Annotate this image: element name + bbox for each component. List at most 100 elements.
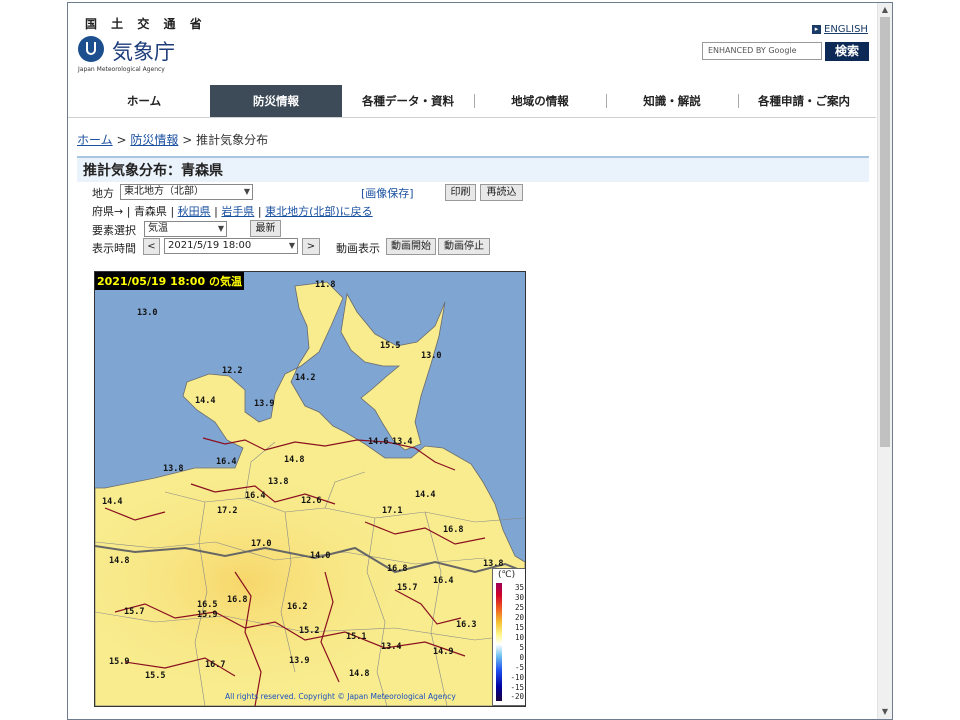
page-title: 推計気象分布：青森県 — [77, 156, 869, 182]
temp-label: 16.4 — [433, 576, 454, 586]
temp-label: 16.4 — [216, 457, 237, 467]
breadcrumb-home-link[interactable]: ホーム — [77, 133, 113, 147]
temp-label: 15.2 — [299, 626, 320, 636]
map-title: 2021/05/19 18:00 の気温 — [95, 272, 244, 290]
prefecture-row: 府県→ | 青森県 | 秋田県 | 岩手県 | 東北地方(北部)に戻る — [92, 203, 373, 219]
scrollbar-thumb[interactable] — [880, 17, 890, 447]
back-to-region-link[interactable]: 東北地方(北部)に戻る — [265, 205, 373, 218]
breadcrumb-separator: > — [182, 133, 193, 147]
temp-label: 16.5 — [197, 600, 218, 610]
nav-item-regional[interactable]: 地域の情報 — [474, 85, 606, 117]
legend-value: 30 — [514, 593, 524, 602]
temp-label: 16.7 — [205, 660, 226, 670]
legend-value: 10 — [514, 633, 524, 642]
temp-label: 16.8 — [443, 525, 464, 535]
temp-label: 13.4 — [381, 642, 402, 652]
animation-start-button[interactable]: 動画開始 — [386, 238, 436, 255]
temp-label: 17.1 — [382, 506, 403, 516]
temp-label: 14.4 — [195, 396, 216, 406]
legend-value: -10 — [510, 673, 524, 682]
logo-title: 気象庁 — [112, 40, 175, 64]
nav-item-knowledge[interactable]: 知識・解説 — [606, 85, 738, 117]
search-input[interactable]: ENHANCED BY Google — [702, 42, 822, 60]
temp-label: 15.7 — [124, 607, 145, 617]
region-select-value: 東北地方（北部） — [124, 186, 204, 197]
element-select-value: 気温 — [148, 223, 168, 234]
temp-label: 16.2 — [287, 602, 308, 612]
copyright-notice: All rights reserved. Copyright © Japan M… — [225, 692, 456, 701]
time-select[interactable]: 2021/5/19 18:00 ▼ — [164, 238, 298, 254]
chevron-down-icon: ▼ — [217, 224, 224, 233]
search-placeholder: ENHANCED BY Google — [708, 46, 797, 55]
temp-label: 13.9 — [254, 399, 275, 409]
temp-label: 13.0 — [421, 351, 442, 361]
nav-item-disaster-info[interactable]: 防災情報 — [210, 85, 342, 117]
english-link[interactable]: ENGLISH — [824, 24, 868, 35]
jma-logo-mark-icon — [78, 36, 104, 62]
prev-time-button[interactable]: < — [143, 238, 160, 255]
search-button[interactable]: 検索 — [825, 42, 869, 61]
temp-label: 14.0 — [310, 551, 331, 561]
prefecture-akita-link[interactable]: 秋田県 — [178, 205, 211, 218]
temp-label: 14.8 — [109, 556, 130, 566]
nav-divider — [68, 117, 876, 118]
chevron-down-icon: ▼ — [288, 241, 295, 250]
english-link-wrap[interactable]: ▸ ENGLISH — [812, 24, 868, 35]
ministry-name: 国 土 交 通 省 — [85, 17, 207, 31]
prefecture-separator: | — [214, 205, 218, 218]
prefecture-separator: | — [257, 205, 262, 218]
temp-label: 11.8 — [315, 280, 336, 290]
legend-value: 25 — [514, 603, 524, 612]
prefecture-separator: | — [126, 205, 131, 218]
temp-label: 14.9 — [433, 647, 454, 657]
prefecture-current: 青森県 — [133, 205, 167, 218]
temp-label: 14.8 — [349, 669, 370, 679]
breadcrumb-current: 推計気象分布 — [196, 133, 269, 147]
temp-label: 15.7 — [397, 583, 418, 593]
latest-button[interactable]: 最新 — [250, 220, 281, 237]
temp-label: 13.8 — [268, 477, 289, 487]
animation-label: 動画表示 — [336, 242, 380, 255]
temperature-map[interactable]: 2021/05/19 18:00 の気温 11.8 13.0 15.5 13.0… — [94, 271, 526, 707]
vertical-scrollbar[interactable]: ▲ ▼ — [877, 3, 892, 719]
breadcrumb-disaster-link[interactable]: 防災情報 — [130, 133, 178, 147]
save-image-link[interactable]: [画像保存] — [361, 185, 414, 201]
legend-value: -15 — [510, 683, 524, 692]
browser-window: 国 土 交 通 省 気象庁 Japan Meteorological Agenc… — [67, 2, 893, 720]
temp-label: 14.8 — [284, 455, 305, 465]
temp-label: 16.8 — [387, 564, 408, 574]
prefecture-separator: | — [170, 205, 175, 218]
legend-value: -5 — [514, 663, 524, 672]
temp-label: 13.8 — [163, 464, 184, 474]
temp-label: 15.9 — [197, 610, 218, 620]
color-legend: (℃) 35 30 25 20 15 10 5 0 -5 -10 -15 -20 — [492, 568, 525, 706]
temp-label: 16.4 — [245, 491, 266, 501]
scroll-down-icon[interactable]: ▼ — [878, 705, 892, 719]
reload-button[interactable]: 再読込 — [480, 184, 523, 201]
nav-item-applications[interactable]: 各種申請・ご案内 — [738, 85, 870, 117]
animation-stop-button[interactable]: 動画停止 — [438, 238, 490, 255]
legend-value: 20 — [514, 613, 524, 622]
region-label: 地方 — [92, 187, 114, 200]
map-graphic — [95, 281, 525, 706]
global-nav: ホーム 防災情報 各種データ・資料 地域の情報 知識・解説 各種申請・ご案内 — [78, 85, 870, 117]
region-select[interactable]: 東北地方（北部） ▼ — [120, 184, 253, 200]
temp-label: 14.4 — [102, 497, 123, 507]
temp-label: 12.2 — [222, 366, 243, 376]
legend-value: 0 — [519, 653, 524, 662]
prefecture-label: 府県→ — [92, 205, 124, 218]
next-time-button[interactable]: > — [302, 238, 320, 255]
logo-subtitle: Japan Meteorological Agency — [78, 66, 165, 73]
temp-label: 16.3 — [456, 620, 477, 630]
prefecture-iwate-link[interactable]: 岩手県 — [221, 205, 254, 218]
temp-label: 14.6 — [368, 437, 389, 447]
temp-label: 15.1 — [346, 632, 367, 642]
chevron-down-icon: ▼ — [243, 187, 250, 196]
temp-label: 15.5 — [145, 671, 166, 681]
temp-label: 12.6 — [301, 496, 322, 506]
nav-item-home[interactable]: ホーム — [78, 85, 210, 117]
print-button[interactable]: 印刷 — [445, 184, 476, 201]
scroll-up-icon[interactable]: ▲ — [878, 3, 892, 17]
nav-item-data[interactable]: 各種データ・資料 — [342, 85, 474, 117]
element-select[interactable]: 気温 ▼ — [144, 221, 227, 237]
